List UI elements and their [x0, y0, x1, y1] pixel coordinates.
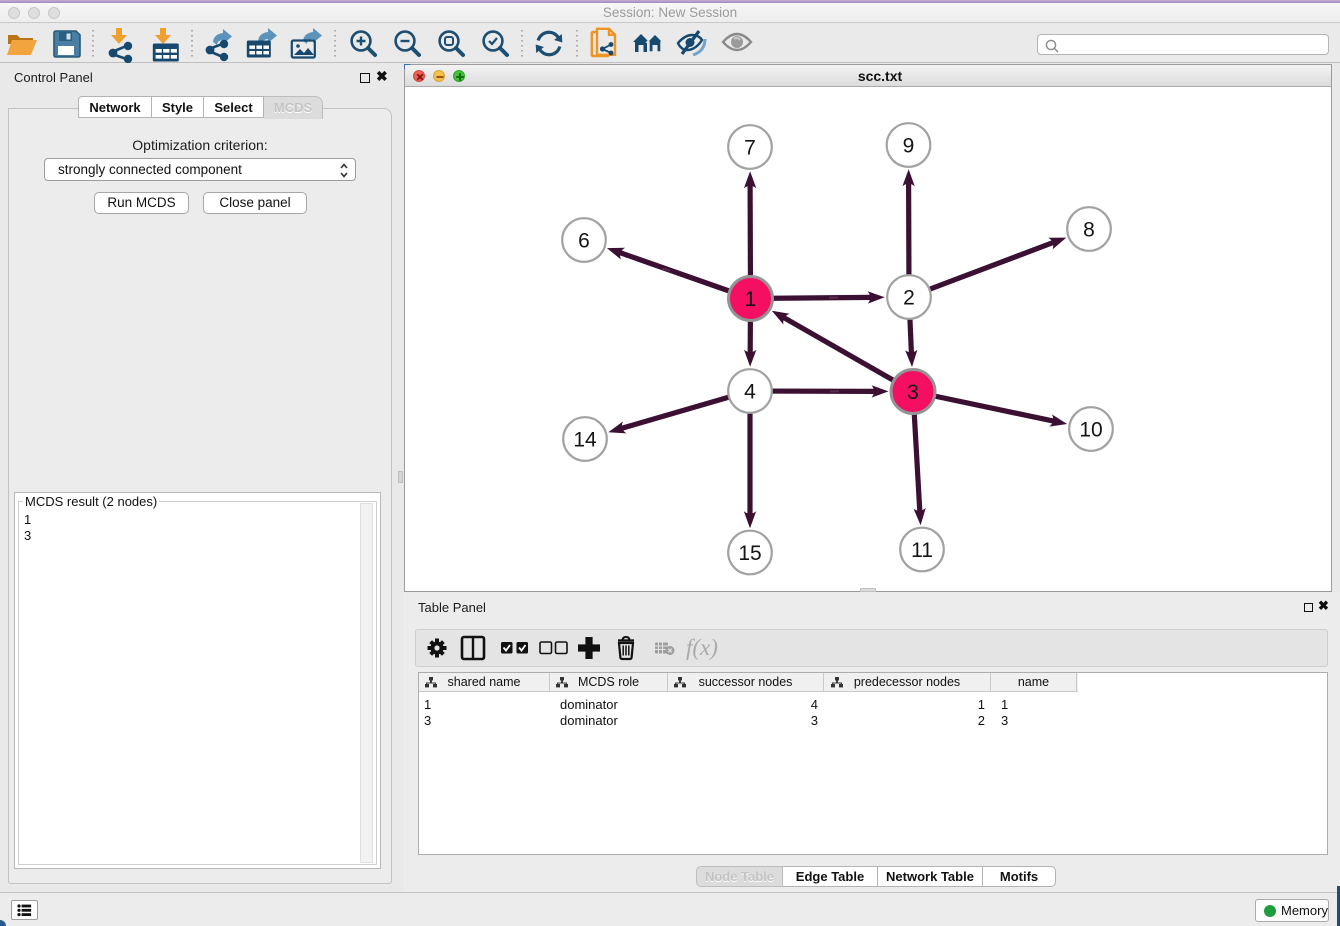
svg-text:1: 1 — [745, 288, 757, 311]
svg-text:15: 15 — [738, 542, 761, 565]
svg-text:f(x): f(x) — [686, 635, 718, 660]
svg-text:9: 9 — [903, 135, 915, 158]
svg-text:14: 14 — [573, 429, 597, 452]
svg-text:11: 11 — [911, 539, 933, 562]
svg-text:3: 3 — [907, 381, 919, 404]
svg-text:7: 7 — [744, 137, 756, 160]
svg-text:4: 4 — [744, 381, 756, 404]
svg-text:10: 10 — [1079, 419, 1102, 442]
svg-text:6: 6 — [578, 230, 590, 253]
svg-text:8: 8 — [1083, 219, 1095, 242]
svg-text:2: 2 — [903, 287, 915, 310]
